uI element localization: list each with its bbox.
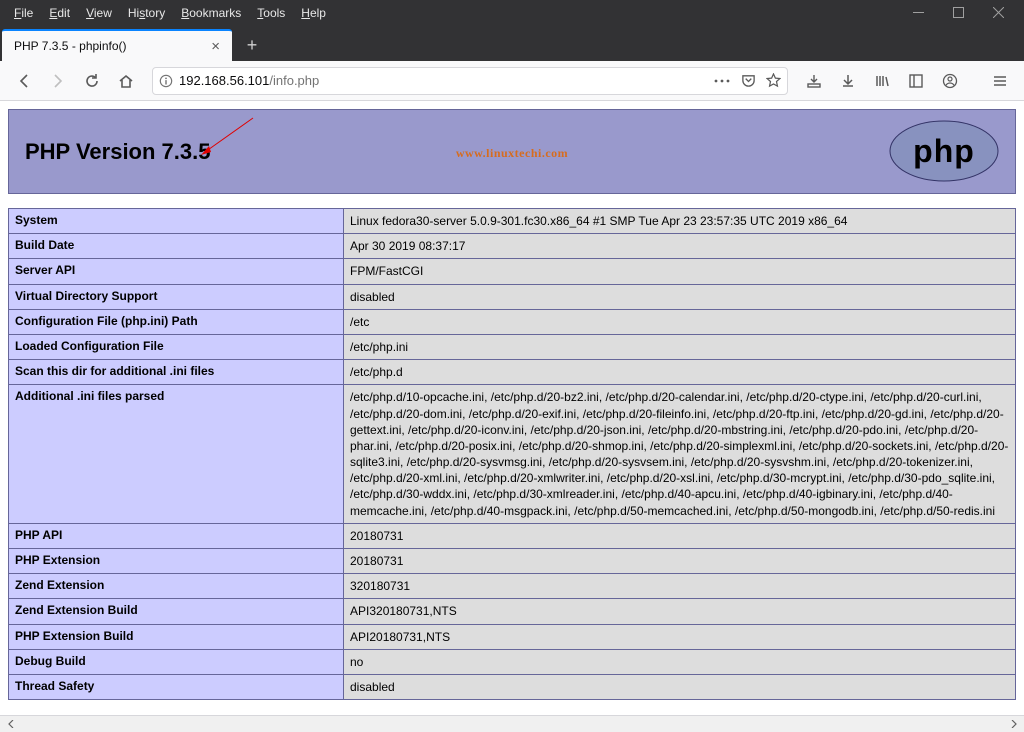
info-key: Build Date [9, 234, 344, 259]
library-icon[interactable] [868, 67, 896, 95]
phpinfo-header: PHP Version 7.3.5 www.linuxtechi.com php [8, 109, 1016, 194]
menu-view[interactable]: View [78, 3, 120, 23]
forward-button [44, 67, 72, 95]
table-row: Server APIFPM/FastCGI [9, 259, 1016, 284]
table-row: Virtual Directory Supportdisabled [9, 284, 1016, 309]
table-row: PHP API20180731 [9, 523, 1016, 548]
info-key: Zend Extension [9, 574, 344, 599]
url-bar[interactable]: 192.168.56.101/info.php [152, 67, 788, 95]
account-icon[interactable] [936, 67, 964, 95]
home-button[interactable] [112, 67, 140, 95]
info-key: PHP Extension Build [9, 624, 344, 649]
annotation-arrow-icon [199, 116, 255, 156]
info-key: Server API [9, 259, 344, 284]
menu-bookmarks[interactable]: Bookmarks [173, 3, 249, 23]
send-to-device-icon[interactable] [800, 67, 828, 95]
table-row: Loaded Configuration File/etc/php.ini [9, 334, 1016, 359]
window-close[interactable] [978, 0, 1018, 25]
browser-tab[interactable]: PHP 7.3.5 - phpinfo() × [2, 29, 232, 61]
info-value: 20180731 [344, 549, 1016, 574]
menu-file[interactable]: File [6, 3, 41, 23]
menu-edit[interactable]: Edit [41, 3, 78, 23]
info-key: Thread Safety [9, 674, 344, 699]
table-row: Debug Buildno [9, 649, 1016, 674]
info-value: 320180731 [344, 574, 1016, 599]
scroll-left-icon[interactable] [2, 717, 19, 732]
info-key: Loaded Configuration File [9, 334, 344, 359]
info-value: /etc/php.d/10-opcache.ini, /etc/php.d/20… [344, 385, 1016, 524]
menu-tools[interactable]: Tools [249, 3, 293, 23]
info-key: Scan this dir for additional .ini files [9, 360, 344, 385]
info-value: Apr 30 2019 08:37:17 [344, 234, 1016, 259]
table-row: Build DateApr 30 2019 08:37:17 [9, 234, 1016, 259]
watermark-text: www.linuxtechi.com [456, 146, 568, 161]
info-value: no [344, 649, 1016, 674]
browser-toolbar: 192.168.56.101/info.php [0, 61, 1024, 101]
window-minimize[interactable] [898, 0, 938, 25]
phpinfo-table: SystemLinux fedora30-server 5.0.9-301.fc… [8, 208, 1016, 700]
info-value: 20180731 [344, 523, 1016, 548]
info-key: Zend Extension Build [9, 599, 344, 624]
info-value: API20180731,NTS [344, 624, 1016, 649]
table-row: Zend Extension320180731 [9, 574, 1016, 599]
info-key: Configuration File (php.ini) Path [9, 309, 344, 334]
table-row: SystemLinux fedora30-server 5.0.9-301.fc… [9, 209, 1016, 234]
info-key: System [9, 209, 344, 234]
horizontal-scrollbar[interactable] [0, 715, 1024, 732]
scroll-right-icon[interactable] [1005, 717, 1022, 732]
menubar: File Edit View History Bookmarks Tools H… [0, 0, 1024, 25]
star-icon[interactable] [766, 73, 781, 88]
sidebar-icon[interactable] [902, 67, 930, 95]
window-maximize[interactable] [938, 0, 978, 25]
new-tab-button[interactable]: + [236, 29, 268, 61]
info-key: Debug Build [9, 649, 344, 674]
url-text: 192.168.56.101/info.php [179, 73, 707, 88]
tab-strip: PHP 7.3.5 - phpinfo() × + [0, 25, 1024, 61]
php-version-title: PHP Version 7.3.5 [25, 139, 210, 165]
info-value: /etc/php.d [344, 360, 1016, 385]
info-value: disabled [344, 284, 1016, 309]
info-value: /etc/php.ini [344, 334, 1016, 359]
table-row: Configuration File (php.ini) Path/etc [9, 309, 1016, 334]
identity-info-icon[interactable] [159, 74, 173, 88]
reload-button[interactable] [78, 67, 106, 95]
table-row: PHP Extension BuildAPI20180731,NTS [9, 624, 1016, 649]
table-row: Zend Extension BuildAPI320180731,NTS [9, 599, 1016, 624]
pocket-icon[interactable] [741, 73, 756, 88]
svg-text:php: php [913, 133, 975, 169]
page-actions-icon[interactable] [713, 74, 731, 88]
page-content[interactable]: PHP Version 7.3.5 www.linuxtechi.com php… [0, 101, 1024, 732]
table-row: Scan this dir for additional .ini files/… [9, 360, 1016, 385]
info-value: disabled [344, 674, 1016, 699]
menu-history[interactable]: History [120, 3, 173, 23]
back-button[interactable] [10, 67, 38, 95]
info-value: /etc [344, 309, 1016, 334]
info-key: Additional .ini files parsed [9, 385, 344, 524]
info-value: FPM/FastCGI [344, 259, 1016, 284]
hamburger-menu-icon[interactable] [986, 67, 1014, 95]
info-value: Linux fedora30-server 5.0.9-301.fc30.x86… [344, 209, 1016, 234]
downloads-icon[interactable] [834, 67, 862, 95]
info-value: API320180731,NTS [344, 599, 1016, 624]
menu-help[interactable]: Help [293, 3, 334, 23]
table-row: Additional .ini files parsed/etc/php.d/1… [9, 385, 1016, 524]
info-key: Virtual Directory Support [9, 284, 344, 309]
tab-close-icon[interactable]: × [209, 39, 222, 54]
tab-title: PHP 7.3.5 - phpinfo() [14, 39, 201, 53]
php-logo-icon: php [889, 120, 999, 185]
table-row: Thread Safetydisabled [9, 674, 1016, 699]
window-controls [898, 0, 1018, 25]
info-key: PHP API [9, 523, 344, 548]
table-row: PHP Extension20180731 [9, 549, 1016, 574]
info-key: PHP Extension [9, 549, 344, 574]
